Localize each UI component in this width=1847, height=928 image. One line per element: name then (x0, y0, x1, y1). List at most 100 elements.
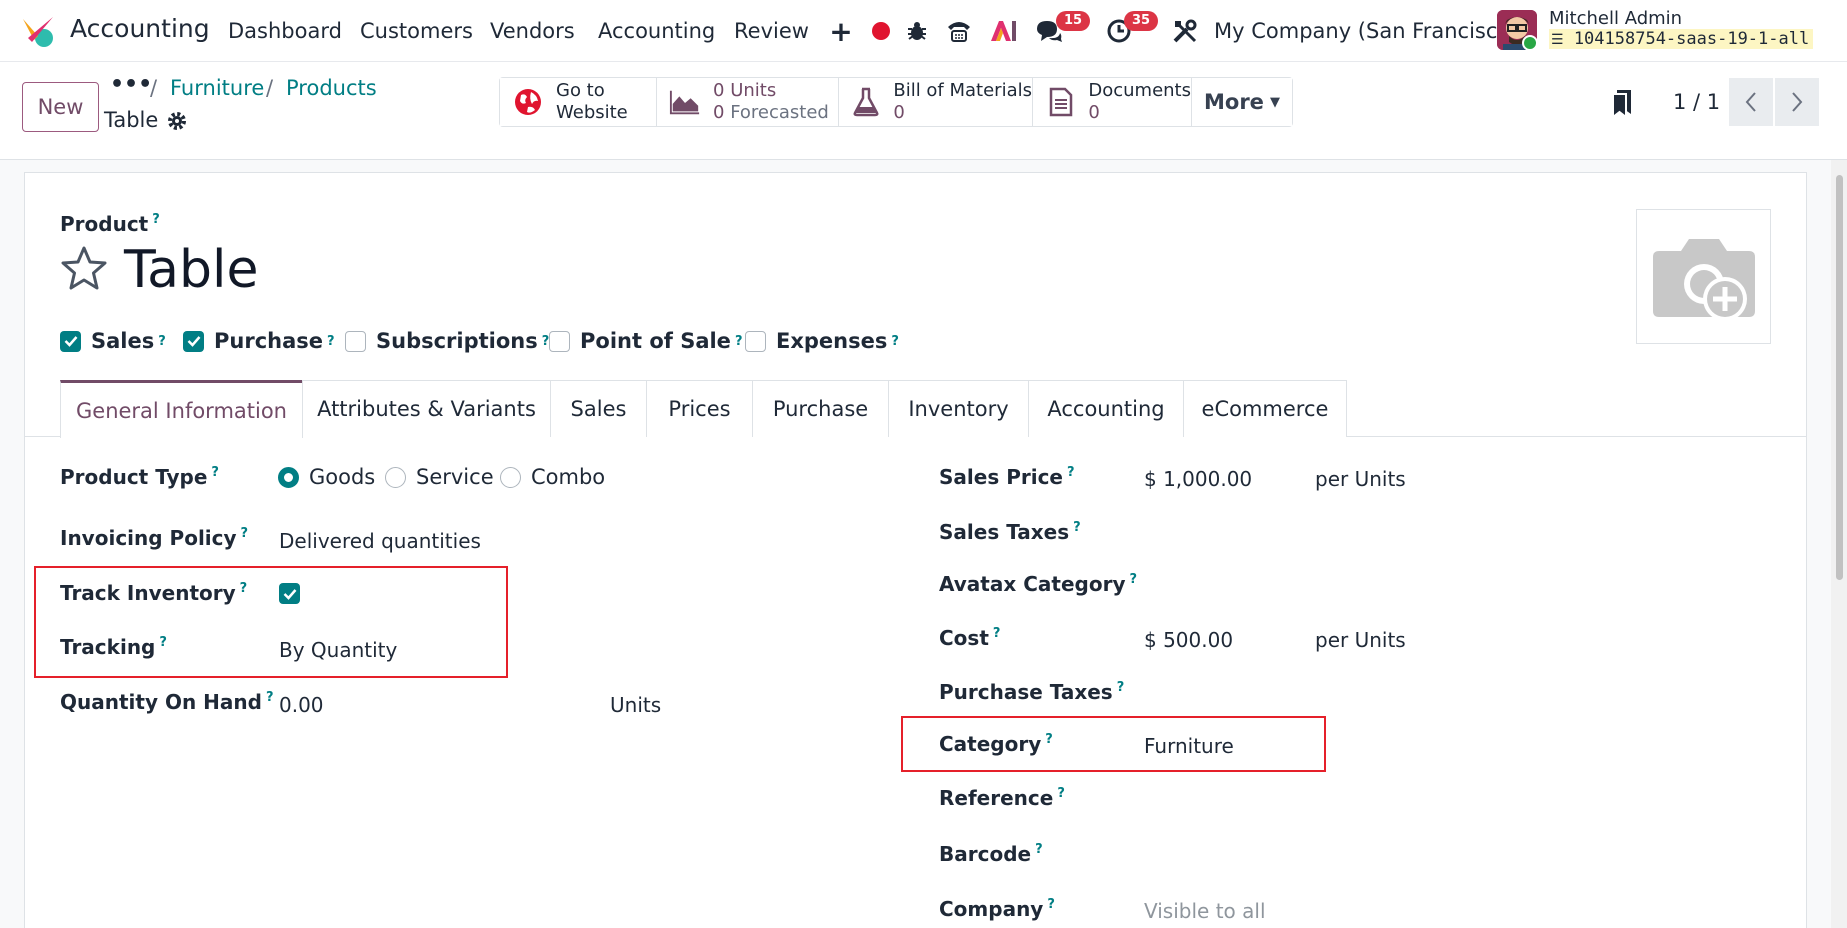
help-marker[interactable]: ? (1057, 786, 1065, 801)
bug-icon[interactable] (902, 16, 932, 46)
help-marker[interactable]: ? (1129, 572, 1137, 587)
bom-label: Bill of Materials (893, 80, 1032, 101)
go-to-website-button[interactable]: Go to Website (500, 78, 657, 126)
tab-ecommerce[interactable]: eCommerce (1183, 380, 1347, 437)
radio-combo[interactable]: Combo (500, 465, 605, 489)
tab-inventory[interactable]: Inventory (888, 380, 1029, 437)
tab-attributes-variants[interactable]: Attributes & Variants (302, 380, 551, 437)
help-marker[interactable]: ? (891, 334, 899, 349)
menu-dashboard[interactable]: Dashboard (228, 19, 342, 43)
more-label: More (1204, 90, 1264, 114)
units-forecast-button[interactable]: 0 Units 0 Forecasted (657, 78, 839, 126)
checkbox-checked[interactable] (60, 330, 81, 352)
help-marker[interactable]: ? (159, 635, 167, 650)
cost-value[interactable]: $ 500.00 (1144, 628, 1233, 652)
radio-unselected[interactable] (385, 466, 406, 488)
help-marker[interactable]: ? (327, 334, 335, 349)
company-field[interactable]: Visible to all (1144, 899, 1266, 923)
barcode-label: Barcode? (939, 842, 1043, 866)
record-icon[interactable] (866, 16, 896, 46)
tab-prices[interactable]: Prices (646, 380, 753, 437)
tab-purchase[interactable]: Purchase (752, 380, 889, 437)
help-marker[interactable]: ? (1035, 842, 1043, 857)
cost-label: Cost? (939, 626, 1001, 650)
quantity-on-hand-label: Quantity On Hand? (60, 690, 274, 714)
radio-selected[interactable] (278, 466, 299, 488)
menu-customers[interactable]: Customers (360, 19, 473, 43)
help-marker[interactable]: ? (266, 690, 274, 705)
radio-unselected[interactable] (500, 466, 521, 488)
product-image-upload[interactable] (1636, 209, 1771, 344)
radio-service[interactable]: Service (385, 465, 494, 489)
help-marker[interactable]: ? (1067, 465, 1075, 480)
invoicing-policy-value[interactable]: Delivered quantities (279, 529, 481, 553)
top-navbar: Accounting Dashboard Customers Vendors A… (0, 0, 1847, 62)
breadcrumb-furniture[interactable]: Furniture (170, 76, 264, 100)
scrollbar-thumb[interactable] (1836, 175, 1843, 580)
help-marker[interactable]: ? (241, 526, 249, 541)
breadcrumb-products[interactable]: Products (286, 76, 377, 100)
help-marker[interactable]: ? (1073, 520, 1081, 535)
accounting-app-icon[interactable] (20, 14, 56, 50)
user-name[interactable]: Mitchell Admin (1549, 8, 1682, 29)
tab-general-information[interactable]: General Information (60, 380, 303, 438)
help-marker[interactable]: ? (158, 334, 166, 349)
globe-icon (512, 86, 544, 118)
breadcrumb-more-button[interactable]: ••• (110, 72, 152, 97)
checkbox-checked[interactable] (183, 330, 204, 352)
checkbox-unchecked[interactable] (745, 330, 766, 352)
pager-value[interactable]: 1 / 1 (1673, 90, 1720, 114)
tracking-label: Tracking? (60, 635, 167, 659)
bookmark-icon[interactable] (1610, 88, 1634, 118)
tools-icon[interactable] (1170, 16, 1200, 46)
category-label: Category? (939, 732, 1053, 756)
menu-review[interactable]: Review (734, 19, 809, 43)
phone-icon[interactable] (944, 16, 974, 46)
checkbox-unchecked[interactable] (549, 330, 570, 352)
category-value[interactable]: Furniture (1144, 734, 1234, 758)
company-switcher[interactable]: My Company (San Francisco) (1214, 19, 1518, 43)
radio-label: Goods (309, 465, 376, 489)
quantity-unit: Units (610, 693, 662, 717)
app-name[interactable]: Accounting (70, 14, 210, 43)
help-marker[interactable]: ? (993, 626, 1001, 641)
plus-icon[interactable]: + (826, 15, 856, 48)
product-type-label: Product Type? (60, 465, 219, 489)
favorite-star-icon[interactable] (60, 245, 108, 293)
radio-goods[interactable]: Goods (278, 465, 375, 489)
help-marker[interactable]: ? (1117, 680, 1125, 695)
help-marker[interactable]: ? (735, 334, 743, 349)
radio-label: Combo (531, 465, 606, 489)
gear-icon[interactable] (166, 110, 188, 132)
checkbox-purchase[interactable]: Purchase? (183, 329, 335, 353)
checkbox-unchecked[interactable] (345, 330, 366, 352)
bill-of-materials-button[interactable]: Bill of Materials 0 (839, 78, 1033, 126)
pager-previous-button[interactable] (1729, 78, 1773, 126)
cost-unit: per Units (1315, 628, 1406, 652)
help-marker[interactable]: ? (211, 465, 219, 480)
checkbox-subscriptions[interactable]: Subscriptions? (345, 329, 549, 353)
pager-next-button[interactable] (1775, 78, 1819, 126)
checkbox-expenses[interactable]: Expenses? (745, 329, 899, 353)
help-marker[interactable]: ? (152, 212, 160, 227)
help-marker[interactable]: ? (1045, 732, 1053, 747)
product-title[interactable]: Table (124, 240, 258, 300)
checkbox-sales[interactable]: Sales? (60, 329, 166, 353)
sales-price-unit: per Units (1315, 467, 1406, 491)
more-button[interactable]: More ▼ (1192, 78, 1292, 126)
help-marker[interactable]: ? (1047, 897, 1055, 912)
track-inventory-checkbox[interactable] (279, 583, 300, 604)
checkbox-label: Sales (91, 329, 155, 353)
ai-icon[interactable] (988, 16, 1018, 46)
menu-vendors[interactable]: Vendors (490, 19, 575, 43)
checkbox-point-of-sale[interactable]: Point of Sale? (549, 329, 742, 353)
menu-accounting[interactable]: Accounting (598, 19, 715, 43)
new-button[interactable]: New (22, 82, 99, 132)
help-marker[interactable]: ? (240, 581, 248, 596)
documents-button[interactable]: Documents 0 (1033, 78, 1192, 126)
sales-price-value[interactable]: $ 1,000.00 (1144, 467, 1252, 491)
tracking-value[interactable]: By Quantity (279, 638, 397, 662)
tab-accounting[interactable]: Accounting (1028, 380, 1184, 437)
quantity-on-hand-value[interactable]: 0.00 (279, 693, 324, 717)
tab-sales[interactable]: Sales (550, 380, 647, 437)
